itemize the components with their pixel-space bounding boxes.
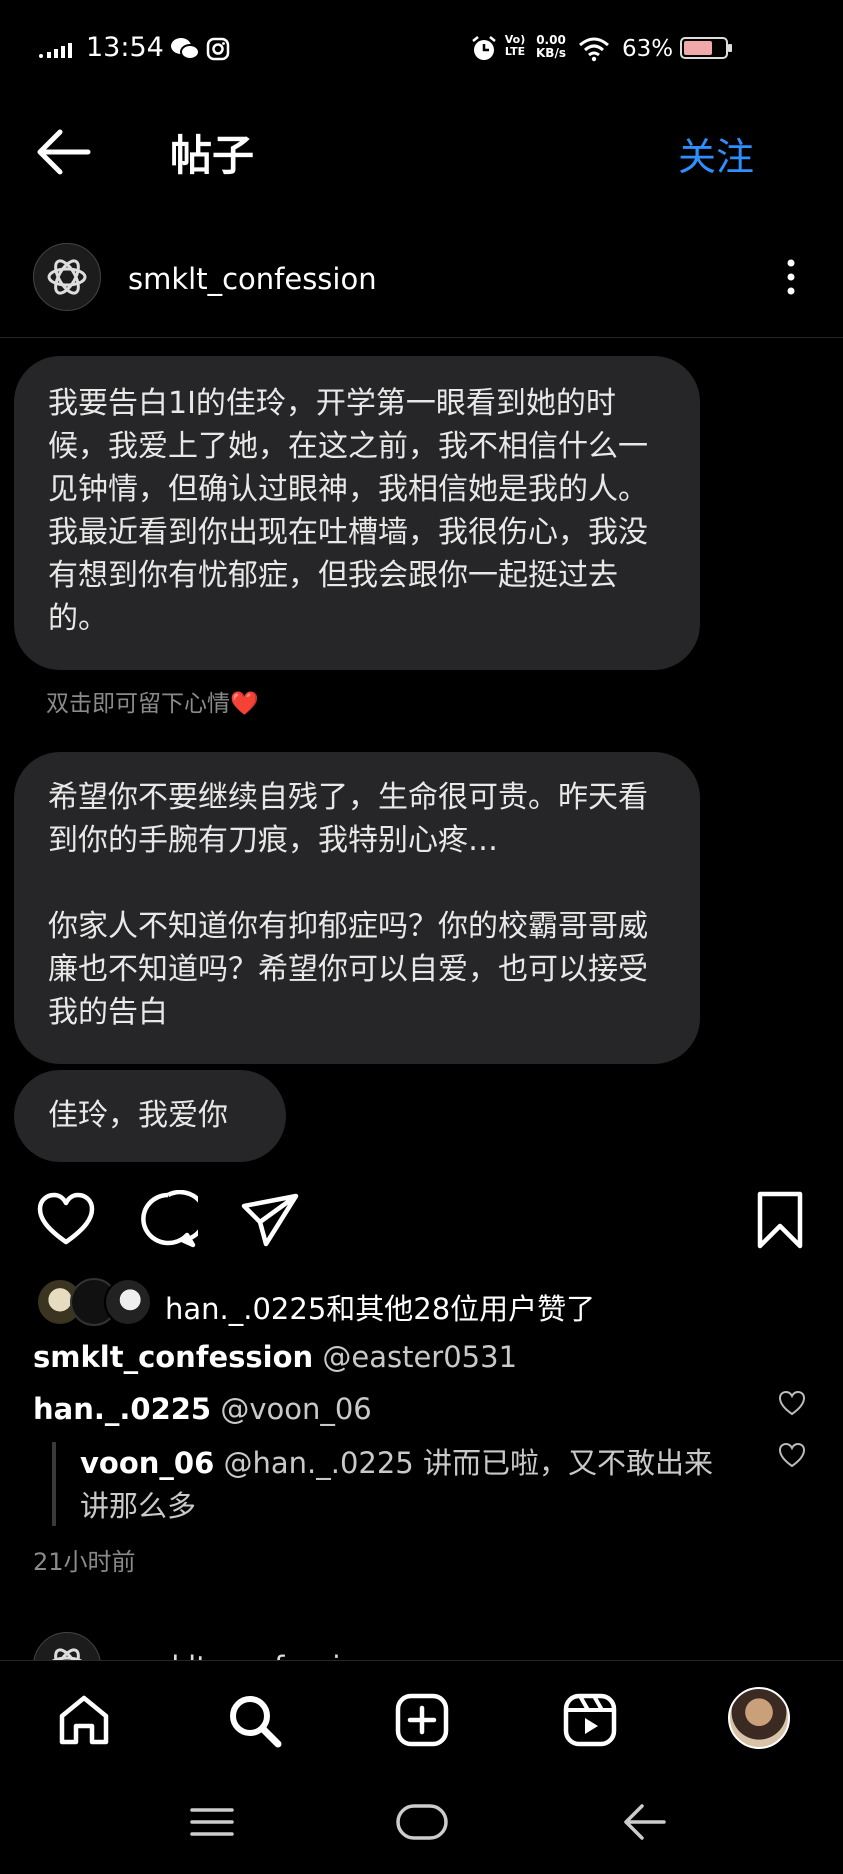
signal-icon <box>39 43 72 58</box>
clock: 13:54 <box>86 32 164 63</box>
instagram-icon <box>206 37 230 61</box>
follow-button[interactable]: 关注 <box>678 126 754 181</box>
double-tap-hint: 双击即可留下心情❤️ <box>46 691 259 717</box>
comment-username[interactable]: han._.0225 <box>33 1392 211 1426</box>
liker-avatars[interactable] <box>36 1278 152 1326</box>
message-bubble[interactable]: 我要告白1I的佳玲，开学第一眼看到她的时候，我爱上了她，在这之前，我不相信什么一… <box>14 356 700 670</box>
knot-logo-icon <box>47 259 87 295</box>
message-bubble[interactable]: 希望你不要继续自残了，生命很可贵。昨天看到你的手腕有刀痕，我特别心疼… 你家人不… <box>14 752 700 1064</box>
avatar <box>104 1278 152 1326</box>
status-bar: 13:54 Vo) LTE 0.00 KB/s 63% <box>0 0 843 100</box>
more-options-icon[interactable] <box>776 255 806 299</box>
profile-avatar[interactable] <box>728 1687 790 1749</box>
share-send-icon[interactable] <box>240 1190 300 1250</box>
comment-reply: voon_06 @han._.0225 讲而已啦，又不敢出来讲那么多 <box>80 1442 740 1528</box>
comment-like-icon[interactable] <box>778 1442 806 1468</box>
menu-icon[interactable] <box>190 1800 234 1844</box>
post-timestamp: 21小时前 <box>33 1548 136 1576</box>
caption-text[interactable]: @easter0531 <box>322 1340 517 1374</box>
battery-fill <box>684 41 712 55</box>
battery-percent: 63% <box>622 36 674 62</box>
volte-indicator: Vo) LTE <box>504 33 526 58</box>
back-nav-icon[interactable] <box>620 1800 668 1844</box>
network-speed: 0.00 KB/s <box>536 33 566 60</box>
home-pill-icon[interactable] <box>395 1800 449 1844</box>
battery-icon <box>680 37 732 59</box>
author-avatar[interactable] <box>33 243 101 311</box>
author-username[interactable]: smklt_confession <box>128 262 377 296</box>
home-icon[interactable] <box>56 1692 112 1748</box>
message-bubble[interactable]: 佳玲，我爱你 <box>14 1070 286 1162</box>
caption: smklt_confession @easter0531 <box>33 1340 517 1374</box>
reply-thread-line <box>52 1442 56 1526</box>
back-arrow-icon[interactable] <box>30 122 100 182</box>
alarm-icon <box>472 36 496 60</box>
wifi-icon <box>579 37 609 62</box>
caption-username[interactable]: smklt_confession <box>33 1340 313 1374</box>
wechat-icon <box>171 38 200 60</box>
page-title: 帖子 <box>170 131 255 180</box>
create-post-icon[interactable] <box>394 1692 450 1748</box>
comment-icon[interactable] <box>138 1190 198 1250</box>
message-paragraph: 你家人不知道你有抑郁症吗？你的校霸哥哥威廉也不知道吗？希望你可以自爱，也可以接受… <box>48 909 648 1030</box>
reels-icon[interactable] <box>562 1692 618 1748</box>
save-bookmark-icon[interactable] <box>750 1190 810 1250</box>
search-icon[interactable] <box>226 1692 282 1748</box>
comment: han._.0225 @voon_06 <box>33 1392 372 1426</box>
comment-username[interactable]: voon_06 <box>80 1446 214 1480</box>
message-paragraph: 希望你不要继续自残了，生命很可贵。昨天看到你的手腕有刀痕，我特别心疼… <box>48 780 648 858</box>
comment-text[interactable]: @voon_06 <box>220 1392 371 1426</box>
likes-summary[interactable]: han._.0225和其他28位用户赞了 <box>165 1286 595 1328</box>
like-heart-icon[interactable] <box>36 1190 96 1250</box>
comment-like-icon[interactable] <box>778 1390 806 1416</box>
divider <box>0 337 843 338</box>
